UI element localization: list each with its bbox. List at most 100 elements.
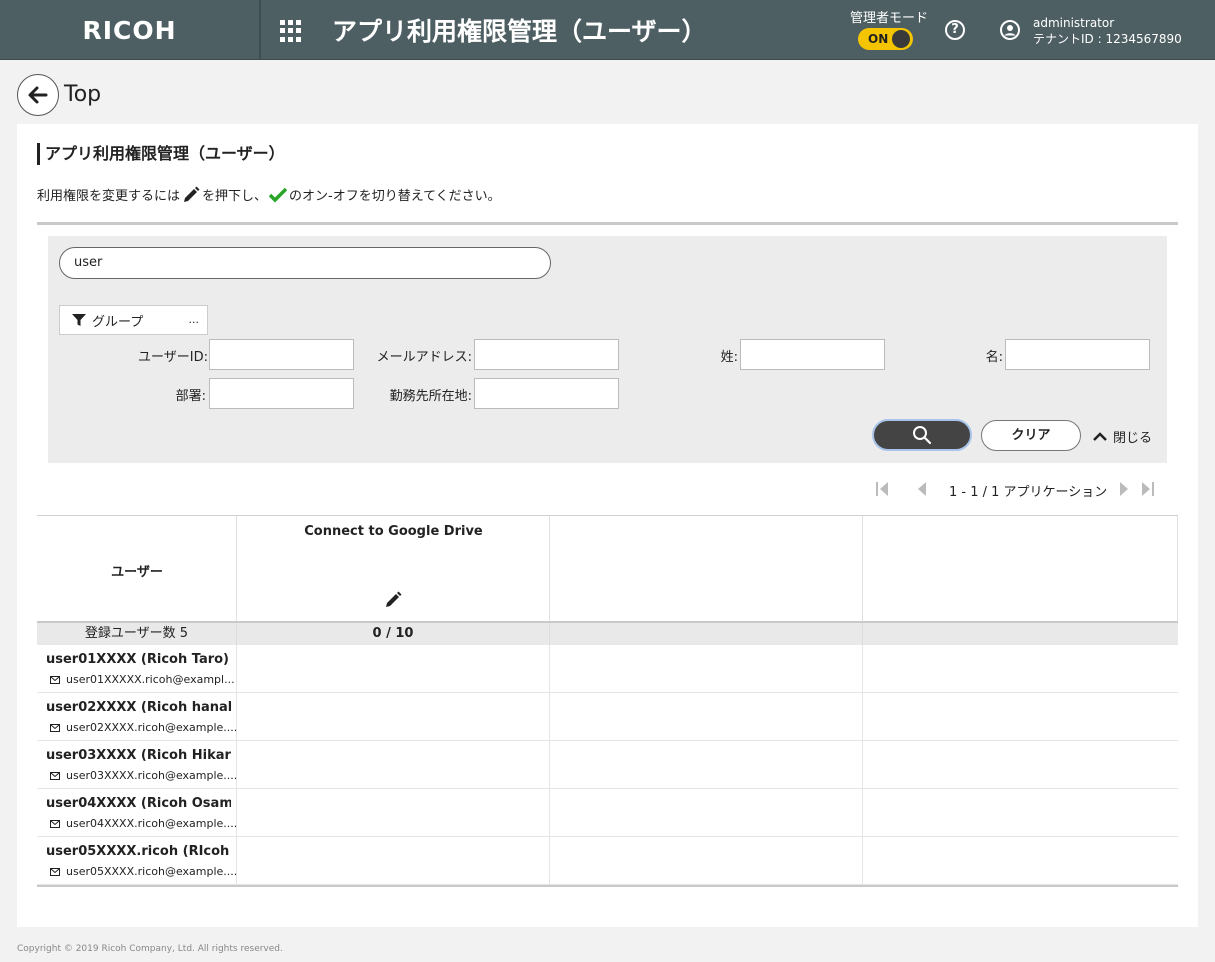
- prev-page-icon[interactable]: [917, 481, 927, 497]
- empty-column-header: [863, 516, 1178, 622]
- close-filter-toggle[interactable]: 閉じる: [1093, 427, 1152, 446]
- user-email-text: user02XXXX.ricoh@example....: [66, 721, 238, 734]
- pagination: 1 - 1 / 1 アプリケーション: [875, 477, 1165, 501]
- first-name-field[interactable]: [1005, 339, 1150, 370]
- user-email: user01XXXXX.ricoh@exampl...: [50, 673, 235, 686]
- user-id-field[interactable]: [209, 339, 354, 370]
- table-body: user01XXXX (Ricoh Taro) user01XXXXX.rico…: [37, 645, 1178, 885]
- app-header: RICOH アプリ利用権限管理（ユーザー） 管理者モード ON ? admini…: [0, 0, 1215, 60]
- user-email-text: user01XXXXX.ricoh@exampl...: [66, 673, 235, 686]
- back-label[interactable]: Top: [64, 82, 101, 107]
- group-filter-button[interactable]: グループ ...: [59, 305, 208, 335]
- admin-mode-label: 管理者モード: [850, 11, 929, 26]
- pager-text: 1 - 1 / 1 アプリケーション: [949, 485, 1108, 500]
- arrow-left-icon: [28, 86, 48, 104]
- page-title: アプリ利用権限管理（ユーザー）: [37, 143, 285, 165]
- ricoh-logo: RICOH: [82, 15, 177, 45]
- user-cell: user03XXXX (Ricoh Hikaru) user03XXXX.ric…: [37, 741, 237, 788]
- admin-mode: 管理者モード ON: [850, 7, 929, 50]
- user-email-text: user05XXXX.ricoh@example....: [66, 865, 238, 878]
- department-label: 部署:: [175, 389, 206, 404]
- table-row: user01XXXX (Ricoh Taro) user01XXXXX.rico…: [37, 645, 1178, 693]
- permission-cell[interactable]: [237, 837, 550, 884]
- user-cell: user01XXXX (Ricoh Taro) user01XXXXX.rico…: [37, 645, 237, 692]
- main-panel: アプリ利用権限管理（ユーザー） 利用権限を変更するには を押下し、 のオン-オフ…: [17, 124, 1198, 927]
- user-cell: user04XXXX (Ricoh Osamu) user04XXXX.rico…: [37, 789, 237, 836]
- user-account-icon[interactable]: [1000, 20, 1020, 40]
- table-row: user03XXXX (Ricoh Hikaru) user03XXXX.ric…: [37, 741, 1178, 789]
- user-column-header: ユーザー: [37, 516, 237, 622]
- email-field[interactable]: [474, 339, 619, 370]
- permission-cell[interactable]: [237, 693, 550, 740]
- apps-grid-icon[interactable]: [280, 20, 302, 42]
- mail-icon: [50, 771, 60, 780]
- mail-icon: [50, 675, 60, 684]
- user-cell: user05XXXX.ricoh (RIcoh R... user05XXXX.…: [37, 837, 237, 884]
- empty-cell: [863, 789, 1178, 836]
- empty-cell: [550, 645, 863, 692]
- toggle-label: ON: [868, 32, 889, 46]
- summary-row: 登録ユーザー数 5 0 / 10: [37, 621, 1178, 645]
- user-header-label: ユーザー: [111, 565, 163, 580]
- tenant-id: テナントID : 1234567890: [1033, 32, 1182, 46]
- user-email: user05XXXX.ricoh@example....: [50, 865, 237, 878]
- empty-column-header: [550, 516, 863, 622]
- user-name: user04XXXX (Ricoh Osamu): [46, 796, 231, 811]
- search-button[interactable]: [872, 419, 972, 451]
- permission-table: ユーザー Connect to Google Drive 登録ユーザー数 5 0…: [37, 515, 1178, 887]
- last-name-label: 姓:: [720, 350, 738, 365]
- summary-empty: [550, 623, 863, 645]
- first-page-icon[interactable]: [875, 481, 889, 497]
- user-name: user02XXXX (Ricoh hanako): [46, 700, 231, 715]
- instruction-part3: のオン-オフを切り替えてください。: [289, 189, 501, 204]
- search-input[interactable]: user: [59, 247, 551, 279]
- clear-button[interactable]: クリア: [981, 420, 1081, 451]
- user-info[interactable]: administrator テナントID : 1234567890: [1033, 15, 1182, 47]
- email-label: メールアドレス:: [376, 350, 472, 365]
- copyright: Copyright © 2019 Ricoh Company, Ltd. All…: [17, 944, 283, 954]
- edit-pencil-icon[interactable]: [384, 591, 402, 609]
- divider: [37, 222, 1178, 225]
- toggle-knob: [892, 30, 910, 48]
- empty-cell: [863, 693, 1178, 740]
- admin-mode-toggle[interactable]: ON: [858, 28, 913, 50]
- help-icon[interactable]: ?: [945, 20, 965, 40]
- empty-cell: [863, 645, 1178, 692]
- last-page-icon[interactable]: [1141, 481, 1155, 497]
- chevron-up-icon: [1093, 431, 1107, 441]
- group-label: グループ: [92, 314, 144, 330]
- mail-icon: [50, 723, 60, 732]
- department-field[interactable]: [209, 378, 354, 409]
- table-header: ユーザー Connect to Google Drive: [37, 515, 1178, 622]
- user-email: user02XXXX.ricoh@example....: [50, 721, 237, 734]
- empty-cell: [550, 837, 863, 884]
- permission-cell[interactable]: [237, 741, 550, 788]
- registered-user-count: 登録ユーザー数 5: [37, 623, 237, 645]
- pencil-icon: [184, 186, 200, 202]
- last-name-field[interactable]: [740, 339, 885, 370]
- empty-cell: [863, 837, 1178, 884]
- user-email: user04XXXX.ricoh@example....: [50, 817, 237, 830]
- summary-empty: [863, 623, 1178, 645]
- check-icon: [269, 187, 288, 202]
- filter-icon: [72, 314, 86, 326]
- instruction-part2: を押下し、: [202, 189, 268, 204]
- table-row: user04XXXX (Ricoh Osamu) user04XXXX.rico…: [37, 789, 1178, 837]
- office-location-field[interactable]: [474, 378, 619, 409]
- user-name: user05XXXX.ricoh (RIcoh R...: [46, 844, 231, 859]
- table-row: user05XXXX.ricoh (RIcoh R... user05XXXX.…: [37, 837, 1178, 885]
- next-page-icon[interactable]: [1119, 481, 1129, 497]
- office-label: 勤務先所在地:: [389, 389, 472, 404]
- permission-cell[interactable]: [237, 645, 550, 692]
- header-divider: [259, 0, 261, 60]
- close-label: 閉じる: [1113, 431, 1153, 446]
- back-button[interactable]: [17, 74, 59, 116]
- user-name: user03XXXX (Ricoh Hikaru): [46, 748, 231, 763]
- permission-cell[interactable]: [237, 789, 550, 836]
- app-user-count: 0 / 10: [237, 623, 550, 645]
- app-header-label: Connect to Google Drive: [304, 524, 483, 539]
- table-bottom-border: [37, 885, 1178, 887]
- first-name-label: 名:: [985, 350, 1003, 365]
- user-email-text: user04XXXX.ricoh@example....: [66, 817, 238, 830]
- empty-cell: [550, 789, 863, 836]
